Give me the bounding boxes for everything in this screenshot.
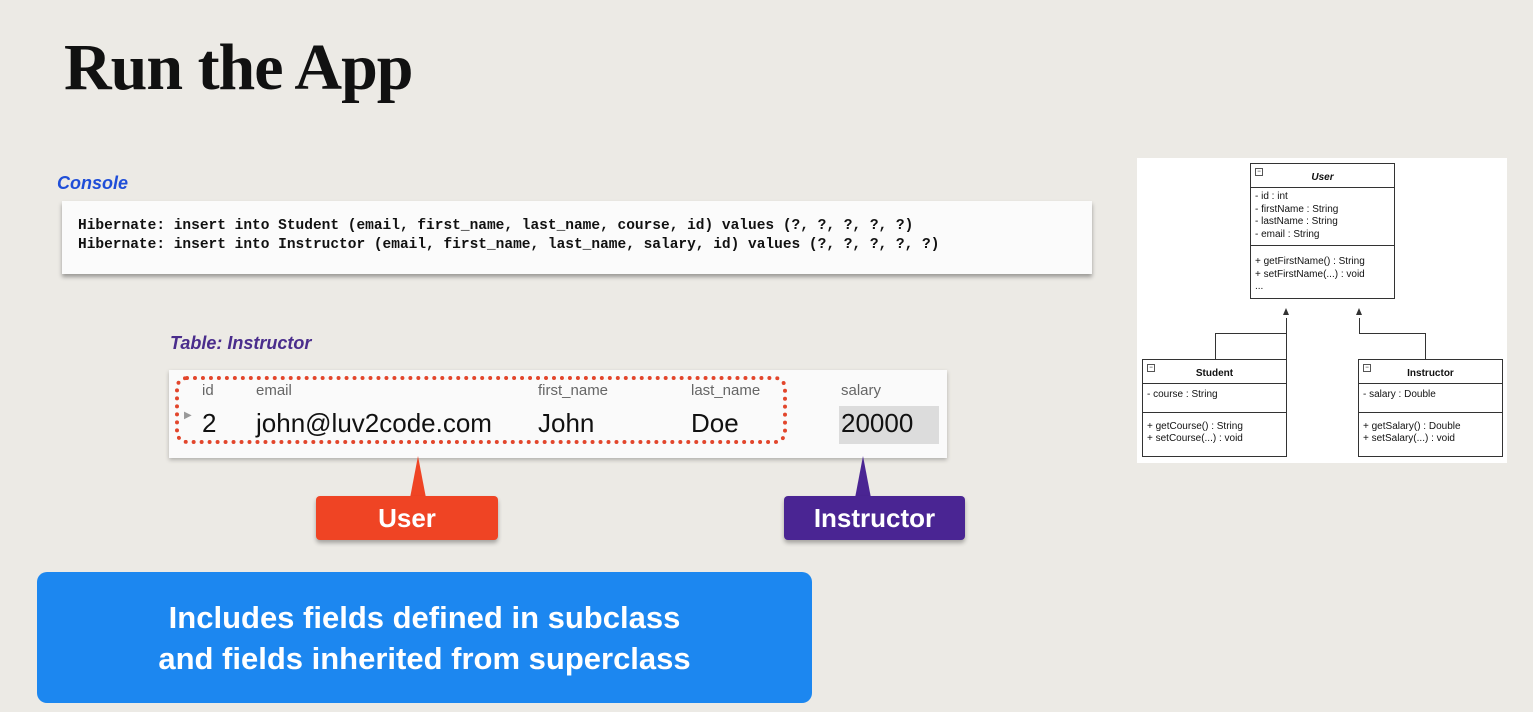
uml-class-user: − User - id : int - firstName : String -… [1250,163,1395,299]
column-header-salary: salary [841,382,882,399]
uml-class-name: Instructor [1407,368,1454,379]
info-banner-line: Includes fields defined in subclass [168,599,681,635]
uml-field: - email : String [1255,228,1320,240]
inheritance-connector [1215,333,1287,334]
console-label: Console [57,173,129,193]
uml-method: + setCourse(...) : void [1147,433,1243,444]
uml-method: + getSalary() : Double [1363,420,1461,432]
uml-method: + getFirstName() : String [1255,256,1365,267]
uml-class-diagram: − User - id : int - firstName : String -… [1137,158,1507,463]
inheritance-connector [1286,318,1287,360]
user-fields-highlight [175,376,787,444]
info-banner-line: and fields inherited from superclass [158,640,691,676]
inheritance-connector [1425,333,1426,359]
uml-field: - id : int [1255,191,1288,202]
uml-class-name: Student [1195,368,1234,379]
collapse-icon: − [1147,364,1155,372]
uml-field: - lastName : String [1255,216,1338,227]
uml-class-instructor: − Instructor - salary : Double + getSala… [1358,359,1503,457]
uml-methods: + getSalary() : Double + setSalary(...) … [1359,413,1502,456]
inheritance-connector [1215,333,1216,359]
uml-method: + setFirstName(...) : void [1255,268,1365,280]
user-callout-pointer [410,456,426,498]
slide-title: Run the App [64,31,413,104]
uml-methods: + getFirstName() : String + setFirstName… [1251,246,1394,298]
uml-class-student: − Student - course : String + getCourse(… [1142,359,1287,457]
instructor-callout: Instructor [784,496,965,540]
collapse-icon: − [1363,364,1371,372]
collapse-icon: − [1255,168,1263,176]
info-banner: Includes fields defined in subclass and … [37,572,812,703]
inheritance-connector [1359,318,1360,334]
uml-field: - course : String [1147,389,1218,400]
uml-fields: - salary : Double [1359,384,1502,413]
uml-fields: - course : String [1143,384,1286,413]
uml-methods: + getCourse() : String + setCourse(...) … [1143,413,1286,456]
inheritance-arrow [1283,308,1289,315]
instructor-callout-pointer [855,456,871,498]
instructor-table: id email first_name last_name salary ▶ 2… [169,370,947,458]
console-line: Hibernate: insert into Instructor (email… [78,237,940,253]
uml-method: + setSalary(...) : void [1363,433,1455,444]
cell-salary: 20000 [841,408,914,438]
uml-method: + getCourse() : String [1147,420,1243,432]
console-output: Hibernate: insert into Student (email, f… [62,201,1092,274]
uml-field: - salary : Double [1363,389,1436,400]
console-line: Hibernate: insert into Student (email, f… [78,218,914,234]
uml-field: - firstName : String [1255,203,1339,215]
uml-method: ... [1255,281,1264,292]
uml-class-name: User [1311,172,1334,183]
uml-fields: - id : int - firstName : String - lastNa… [1251,188,1394,246]
inheritance-arrow [1356,308,1362,315]
inheritance-connector [1359,333,1425,334]
user-callout: User [316,496,498,540]
table-label: Table: Instructor [170,333,312,353]
